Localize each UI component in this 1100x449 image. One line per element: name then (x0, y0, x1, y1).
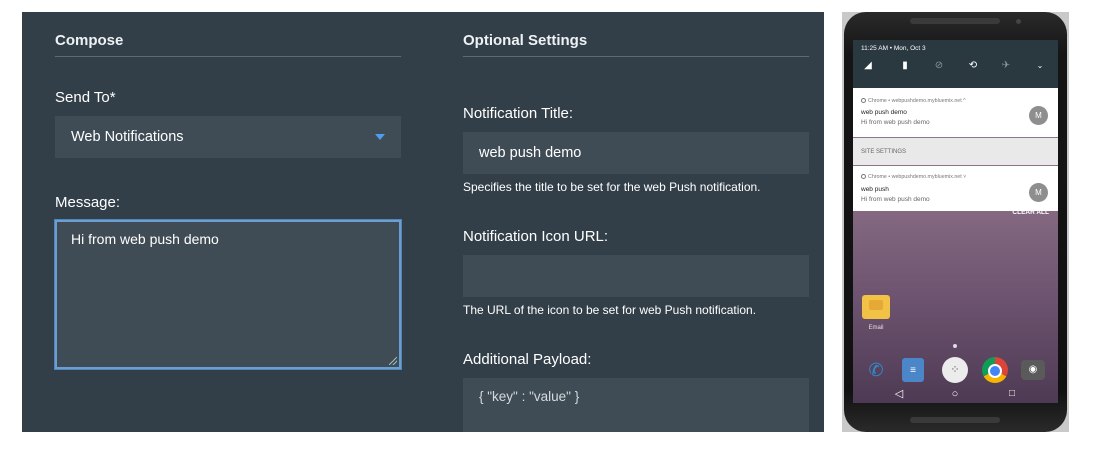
expand-icon[interactable]: ⌄ (1033, 60, 1047, 72)
avatar: M (1029, 106, 1048, 125)
auto-rotate-icon[interactable]: ⟲ (966, 60, 980, 72)
home-icon[interactable]: ○ (948, 385, 962, 403)
compose-panel: Compose Send To* Web Notifications Messa… (22, 12, 824, 432)
status-time-date: 11:25 AM • Mon, Oct 3 (861, 45, 926, 52)
airplane-icon[interactable]: ✈ (999, 60, 1013, 72)
quick-settings-shade: 11:25 AM • Mon, Oct 3 ◢ ▮ ⊘ ⟲ ✈ ⌄ (853, 40, 1058, 88)
do-not-disturb-icon[interactable]: ⊘ (932, 60, 946, 72)
notification-body: Hi from web push demo (861, 196, 930, 203)
camera-icon[interactable]: ◉ (1021, 360, 1045, 380)
notification-title-input[interactable]: web push demo (463, 132, 809, 174)
email-icon (862, 295, 890, 319)
notification-card[interactable]: Chrome • webpushdemo.mybluemix.net ˅ web… (853, 166, 1058, 211)
phone-screen: 11:25 AM • Mon, Oct 3 ◢ ▮ ⊘ ⟲ ✈ ⌄ Chrome… (853, 40, 1058, 403)
chrome-icon (861, 98, 866, 103)
site-settings-label: SITE SETTINGS (861, 149, 907, 155)
payload-textarea[interactable]: { "key" : "value" } (463, 378, 809, 432)
site-settings-bar[interactable]: SITE SETTINGS (853, 138, 1058, 165)
send-to-label: Send To* (55, 89, 116, 106)
phone-body: 11:25 AM • Mon, Oct 3 ◢ ▮ ⊘ ⟲ ✈ ⌄ Chrome… (844, 12, 1067, 432)
avatar: M (1029, 183, 1048, 202)
chrome-browser-icon[interactable] (982, 357, 1008, 383)
messages-icon[interactable]: ≡ (902, 358, 924, 382)
chrome-icon (861, 174, 866, 179)
email-app-shortcut[interactable]: Email (861, 295, 891, 331)
back-icon[interactable]: ◁ (892, 385, 906, 403)
message-textarea[interactable]: Hi from web push demo (55, 220, 401, 369)
notification-body: Hi from web push demo (861, 119, 930, 126)
camera-dot (1016, 19, 1021, 24)
icon-url-input[interactable] (463, 255, 809, 297)
notification-title-label: Notification Title: (463, 105, 574, 122)
phone-mockup: 11:25 AM • Mon, Oct 3 ◢ ▮ ⊘ ⟲ ✈ ⌄ Chrome… (842, 12, 1069, 432)
clear-all-button[interactable]: CLEAR ALL (1012, 209, 1049, 216)
notification-title-value: web push demo (479, 145, 582, 161)
payload-label: Additional Payload: (463, 351, 592, 368)
notification-title: web push demo (861, 109, 907, 116)
send-to-value: Web Notifications (71, 129, 184, 145)
bottom-speaker (910, 417, 1000, 423)
nav-bar: ◁ ○ □ (853, 385, 1058, 403)
chevron-down-icon (375, 134, 385, 140)
email-label: Email (868, 325, 884, 331)
optional-settings-divider (463, 56, 809, 57)
send-to-select[interactable]: Web Notifications (55, 116, 401, 158)
resize-handle-icon[interactable] (389, 357, 397, 365)
compose-title: Compose (55, 32, 124, 49)
recents-icon[interactable]: □ (1005, 385, 1019, 403)
notification-app-line: Chrome • webpushdemo.mybluemix.net ˅ (861, 174, 966, 180)
notification-app-line: Chrome • webpushdemo.mybluemix.net ^ (861, 98, 966, 104)
icon-url-help: The URL of the icon to be set for web Pu… (463, 303, 757, 317)
optional-settings-title: Optional Settings (463, 32, 588, 49)
icon-url-label: Notification Icon URL: (463, 228, 609, 245)
signal-3g-icon[interactable]: ◢ (861, 60, 875, 72)
page-indicator (953, 344, 957, 348)
notification-title-help: Specifies the title to be set for the we… (463, 180, 761, 194)
payload-placeholder: { "key" : "value" } (479, 389, 580, 404)
compose-divider (55, 56, 401, 57)
app-drawer-icon[interactable]: ⁘ (942, 357, 968, 383)
message-value: Hi from web push demo (71, 231, 219, 247)
notification-card[interactable]: Chrome • webpushdemo.mybluemix.net ^ web… (853, 88, 1058, 137)
battery-icon[interactable]: ▮ (898, 60, 912, 72)
message-label: Message: (55, 194, 121, 211)
top-speaker (910, 18, 1000, 24)
phone-call-icon[interactable]: ✆ (863, 357, 889, 383)
notification-title: web push (861, 186, 889, 193)
